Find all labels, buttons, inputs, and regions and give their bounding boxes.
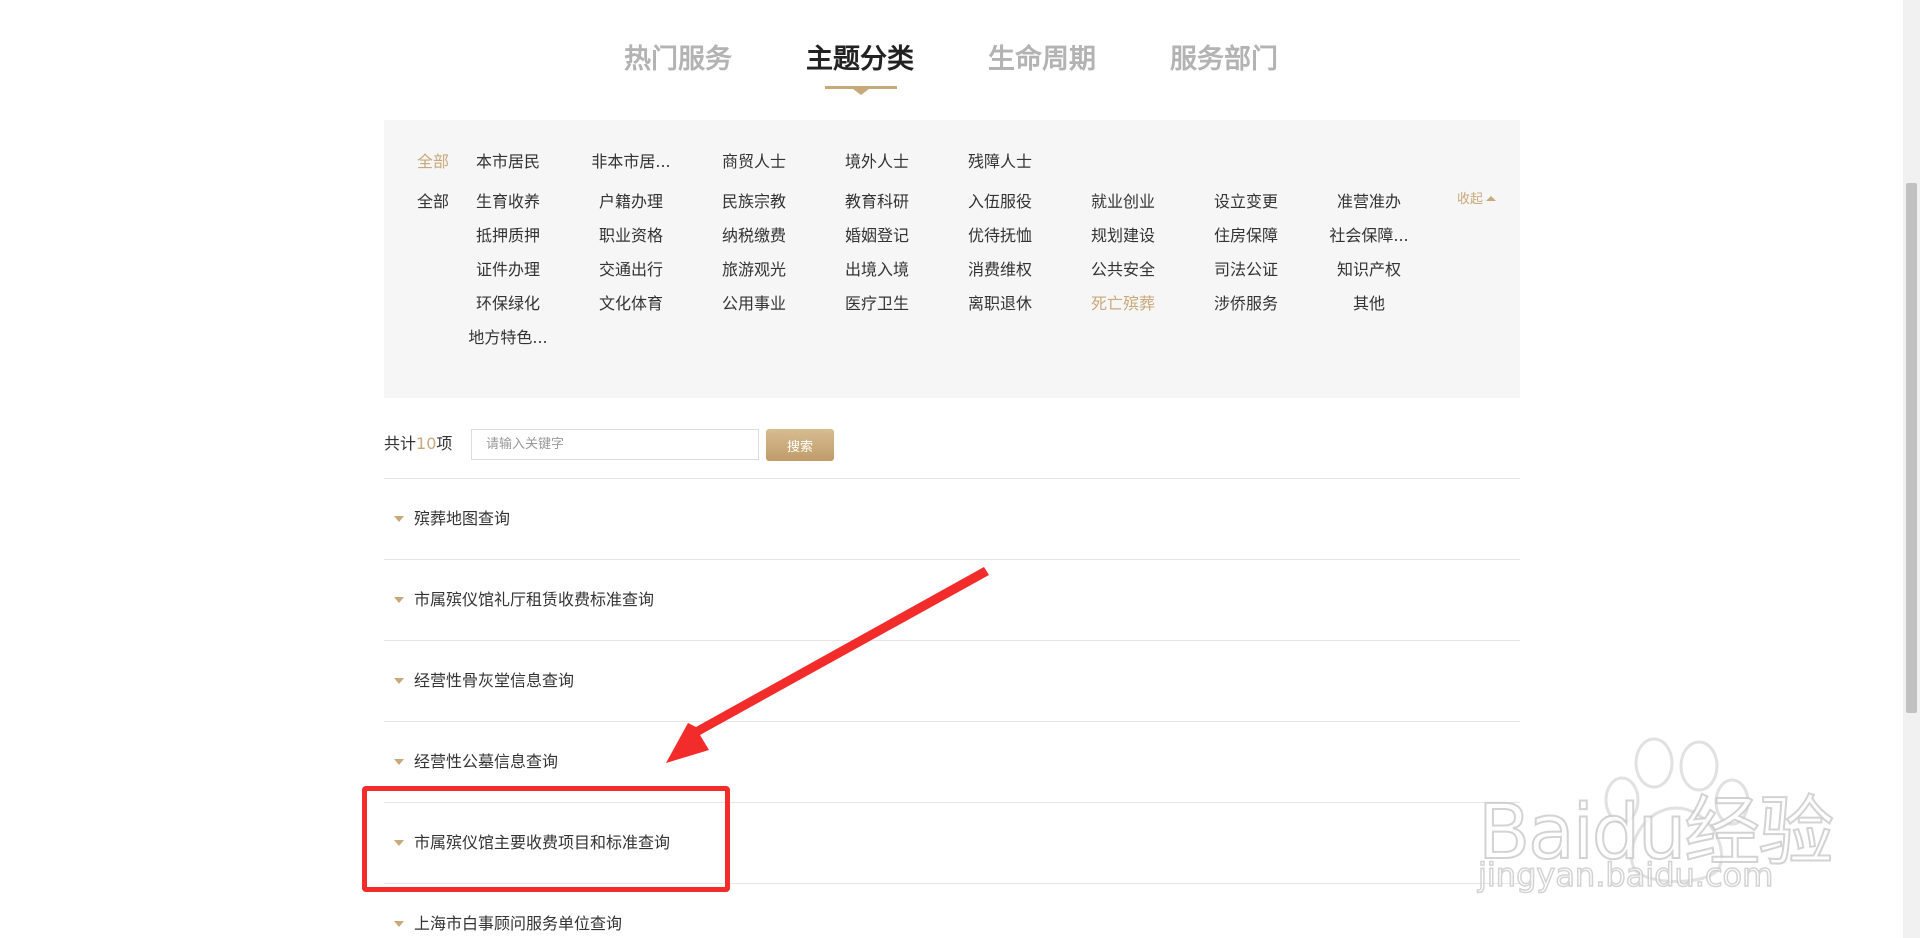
topic-filter-item[interactable]: 公用事业 xyxy=(722,294,786,314)
topic-filter-item[interactable]: 医疗卫生 xyxy=(845,294,909,314)
caret-down-icon xyxy=(394,597,404,603)
search-button[interactable]: 搜索 xyxy=(766,429,834,461)
result-count-number: 10 xyxy=(416,434,437,453)
topic-filter-item[interactable]: 证件办理 xyxy=(476,260,540,280)
audience-filter-all[interactable]: 全部 xyxy=(417,152,449,172)
topic-filter-item[interactable]: 文化体育 xyxy=(599,294,663,314)
topic-filter-item[interactable]: 涉侨服务 xyxy=(1214,294,1278,314)
list-item[interactable]: 经营性骨灰堂信息查询 xyxy=(384,669,1520,749)
topic-filter-item[interactable]: 设立变更 xyxy=(1214,192,1278,212)
topic-filter-item[interactable]: 知识产权 xyxy=(1337,260,1401,280)
topic-filter-item[interactable]: 消费维权 xyxy=(968,260,1032,280)
watermark-url: jingyan.baidu.com xyxy=(1477,855,1774,895)
topic-filter-item[interactable]: 旅游观光 xyxy=(722,260,786,280)
list-item-label: 经营性骨灰堂信息查询 xyxy=(414,671,575,690)
topic-filter-item[interactable]: 入伍服役 xyxy=(968,192,1032,212)
audience-filter-item[interactable]: 商贸人士 xyxy=(722,152,786,172)
tab-topic-category[interactable]: 主题分类 xyxy=(802,40,918,80)
list-divider xyxy=(384,721,1520,722)
topic-filter-item[interactable]: 其他 xyxy=(1353,294,1385,314)
audience-filter-item[interactable]: 非本市居... xyxy=(591,152,670,172)
list-item[interactable]: 市属殡仪馆礼厅租赁收费标准查询 xyxy=(384,588,1520,668)
topic-filter-item[interactable]: 社会保障... xyxy=(1329,226,1408,246)
topic-filter-item[interactable]: 司法公证 xyxy=(1214,260,1278,280)
list-item-label: 市属殡仪馆礼厅租赁收费标准查询 xyxy=(414,590,655,609)
annotation-highlight-box xyxy=(362,786,730,892)
tab-life-cycle[interactable]: 生命周期 xyxy=(984,40,1100,80)
list-item-label: 上海市白事顾问服务单位查询 xyxy=(414,914,623,933)
list-divider xyxy=(384,640,1520,641)
collapse-filters-button[interactable]: 收起 xyxy=(1457,191,1497,209)
topic-filter-item[interactable]: 公共安全 xyxy=(1091,260,1155,280)
topic-filter-item[interactable]: 教育科研 xyxy=(845,192,909,212)
topic-filter-item[interactable]: 离职退休 xyxy=(968,294,1032,314)
caret-down-icon xyxy=(394,516,404,522)
topic-filter-item[interactable]: 抵押质押 xyxy=(476,226,540,246)
topic-filter-item[interactable]: 住房保障 xyxy=(1214,226,1278,246)
tab-service-department[interactable]: 服务部门 xyxy=(1166,40,1282,80)
topic-filter-item[interactable]: 职业资格 xyxy=(599,226,663,246)
filter-panel xyxy=(384,120,1520,398)
result-count-prefix: 共计 xyxy=(384,434,417,453)
result-count-suffix: 项 xyxy=(436,434,453,453)
collapse-label: 收起 xyxy=(1457,192,1484,207)
caret-down-icon xyxy=(394,678,404,684)
topic-filter-item[interactable]: 地方特色... xyxy=(468,328,547,348)
list-divider xyxy=(384,559,1520,560)
topic-filter-item[interactable]: 出境入境 xyxy=(845,260,909,280)
topic-filter-item[interactable]: 户籍办理 xyxy=(599,192,663,212)
topic-filter-item[interactable]: 交通出行 xyxy=(599,260,663,280)
audience-filter-item[interactable]: 境外人士 xyxy=(845,152,909,172)
topic-filter-all[interactable]: 全部 xyxy=(417,192,449,212)
topic-filter-item[interactable]: 规划建设 xyxy=(1091,226,1155,246)
caret-up-icon xyxy=(1486,196,1497,201)
topic-filter-item[interactable]: 环保绿化 xyxy=(476,294,540,314)
scrollbar-thumb[interactable] xyxy=(1906,183,1917,713)
topic-filter-item[interactable]: 准营准办 xyxy=(1337,192,1401,212)
list-item[interactable]: 殡葬地图查询 xyxy=(384,507,1520,587)
topic-filter-item-selected[interactable]: 死亡殡葬 xyxy=(1091,294,1155,314)
tab-hot-services[interactable]: 热门服务 xyxy=(620,40,736,80)
topic-filter-item[interactable]: 生育收养 xyxy=(476,192,540,212)
topic-filter-item[interactable]: 纳税缴费 xyxy=(722,226,786,246)
audience-filter-item[interactable]: 本市居民 xyxy=(476,152,540,172)
result-count: 共计10项 xyxy=(384,433,452,455)
audience-filter-item[interactable]: 残障人士 xyxy=(968,152,1032,172)
list-item-label: 殡葬地图查询 xyxy=(414,509,511,528)
caret-down-icon xyxy=(394,921,404,927)
list-item-label: 经营性公墓信息查询 xyxy=(414,752,559,771)
topic-filter-item[interactable]: 就业创业 xyxy=(1091,192,1155,212)
list-item[interactable]: 上海市白事顾问服务单位查询 xyxy=(384,912,1520,938)
search-input[interactable] xyxy=(471,429,759,460)
active-tab-notch xyxy=(853,89,869,95)
topic-filter-item[interactable]: 民族宗教 xyxy=(722,192,786,212)
list-divider xyxy=(384,478,1520,479)
caret-down-icon xyxy=(394,759,404,765)
topic-filter-item[interactable]: 婚姻登记 xyxy=(845,226,909,246)
topic-filter-item[interactable]: 优待抚恤 xyxy=(968,226,1032,246)
